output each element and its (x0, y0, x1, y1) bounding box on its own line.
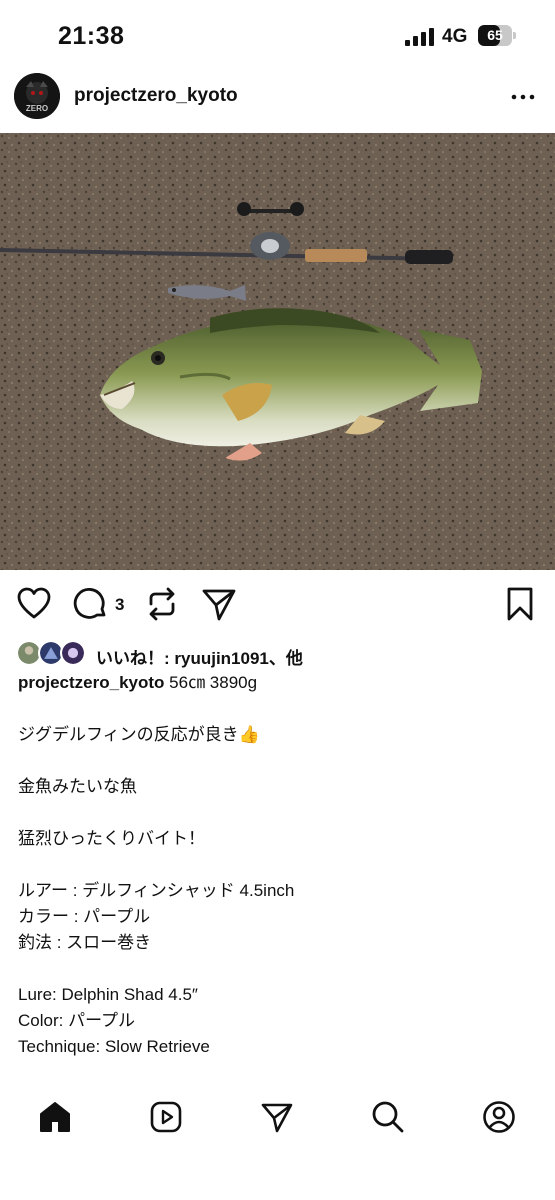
battery-icon: 65 (478, 25, 516, 46)
more-options-icon[interactable] (510, 84, 536, 110)
caption-line (18, 956, 538, 982)
home-icon[interactable] (38, 1100, 72, 1134)
caption-line: 猛烈ひったくりバイト！ (18, 829, 205, 848)
caption-first-line: projectzero_kyoto 56㎝ 3890g (18, 670, 538, 696)
caption-line: 金魚みたいな魚 (18, 777, 137, 796)
profile-icon[interactable] (482, 1100, 516, 1134)
post-username[interactable]: projectzero_kyoto (74, 85, 238, 107)
comment-count: 3 (115, 595, 125, 614)
caption-line (18, 852, 538, 878)
bookmark-icon[interactable] (502, 586, 538, 622)
post-header: ZERO projectzero_kyoto (0, 70, 555, 130)
caption-line: Color: パープル (18, 1011, 136, 1030)
reels-icon[interactable] (149, 1100, 183, 1134)
svg-text:ZERO: ZERO (26, 104, 48, 113)
caption-line: ジグデルフィンの反応が良き👍 (18, 725, 260, 744)
post-actions: 3 (0, 582, 555, 630)
send-icon[interactable] (260, 1100, 294, 1134)
caption-text: 56㎝ 3890g (164, 673, 258, 692)
caption-username[interactable]: projectzero_kyoto (18, 673, 164, 692)
caption-line: Technique: Slow Retrieve (18, 1037, 210, 1056)
post-caption: projectzero_kyoto 56㎝ 3890g ジグデルフィンの反応が良… (18, 670, 538, 1060)
caption-line (18, 800, 538, 826)
network-type: 4G (442, 26, 468, 47)
cellular-signal-icon (405, 28, 434, 46)
avatar-logo: ZERO (14, 73, 60, 119)
fish-photo (0, 133, 555, 570)
send-icon[interactable] (201, 586, 237, 622)
likes-row[interactable]: いいね！: ryuujin1091、他 (0, 638, 555, 670)
avatar[interactable]: ZERO (14, 73, 60, 119)
status-bar: 21:38 4G 65 (0, 0, 555, 70)
liker-avatar (60, 640, 86, 666)
post-image[interactable] (0, 133, 555, 570)
likes-text[interactable]: いいね！: ryuujin1091、他 (96, 644, 303, 669)
caption-line: Lure: Delphin Shad 4.5″ (18, 985, 198, 1004)
heart-icon[interactable] (16, 586, 52, 622)
repost-icon[interactable] (144, 586, 180, 622)
bottom-nav (0, 1080, 555, 1155)
status-time: 21:38 (58, 22, 125, 50)
caption-line (18, 748, 538, 774)
caption-line: カラー : パープル (18, 907, 151, 926)
search-icon[interactable] (371, 1100, 405, 1134)
caption-line: ルアー : デルフィンシャッド 4.5inch (18, 881, 295, 900)
caption-line (18, 696, 538, 722)
caption-line: 釣法 : スロー巻き (18, 933, 152, 952)
comment-icon[interactable] (73, 586, 109, 622)
battery-level: 65 (487, 27, 503, 43)
